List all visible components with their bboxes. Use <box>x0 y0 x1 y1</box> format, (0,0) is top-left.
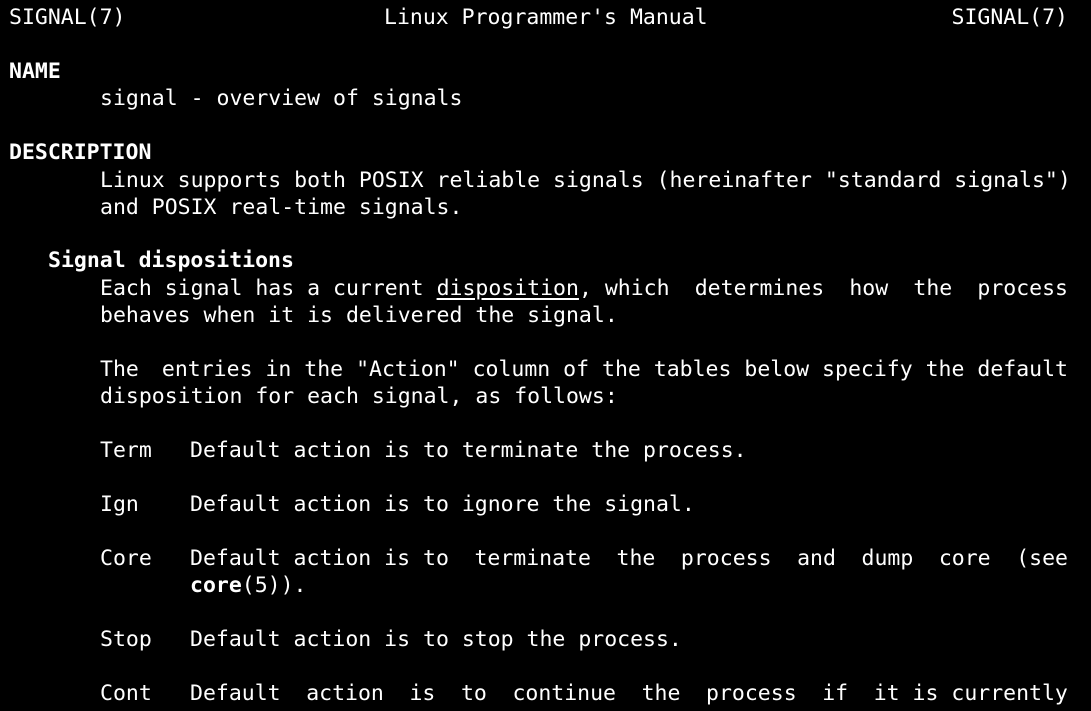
description-line-2: and POSIX real-time signals. <box>100 195 463 220</box>
text-fragment: process <box>680 546 772 571</box>
dispositions-p1-line-1: Each signal has a current disposition, w… <box>100 275 1068 302</box>
action-tag-core: Core <box>100 546 152 571</box>
text-fragment: (5)). <box>241 573 307 598</box>
text-fragment: terminate <box>474 546 591 571</box>
subsection-heading-dispositions: Signal dispositions <box>48 248 294 273</box>
action-tag-cont: Cont <box>100 681 152 706</box>
action-desc-core-line-1: Default action is to terminate the proce… <box>190 545 1068 572</box>
action-tag-stop: Stop <box>100 627 152 652</box>
action-desc-core-line-2: core(5)). <box>190 572 307 599</box>
text-fragment: process <box>706 681 797 706</box>
text-fragment: Each signal has a current disposition, w… <box>100 276 670 301</box>
man-header-title: Linux Programmer's Manual <box>384 5 708 30</box>
dispositions-p2-line-2: disposition for each signal, as follows: <box>100 384 618 409</box>
text-fragment: Default action is to <box>190 546 449 571</box>
dispositions-p1-line-2: behaves when it is delivered the signal. <box>100 303 618 328</box>
text-fragment: The <box>100 357 139 382</box>
disposition-term: disposition <box>436 276 579 301</box>
text-fragment: entries in the "Action" column of the ta… <box>161 357 1068 382</box>
text-fragment: the <box>641 681 681 706</box>
action-desc-ign: Default action is to ignore the signal. <box>190 492 695 517</box>
action-desc-term: Default action is to terminate the proce… <box>190 438 747 463</box>
text-fragment: determines <box>694 276 825 301</box>
man-header-right: SIGNAL(7) <box>951 5 1069 30</box>
text-fragment: is <box>409 681 436 706</box>
terminal-window[interactable]: SIGNAL(7) Linux Programmer's Manual SIGN… <box>0 0 1091 711</box>
text-fragment: the <box>616 546 656 571</box>
name-text: signal - overview of signals <box>100 86 463 111</box>
text-fragment: action <box>306 681 384 706</box>
text-fragment: to <box>460 681 487 706</box>
action-tag-term: Term <box>100 438 152 463</box>
core-manpage-ref[interactable]: core <box>190 573 242 598</box>
text-fragment: Default <box>190 681 281 706</box>
text-fragment: and <box>797 546 836 571</box>
action-desc-stop: Default action is to stop the process. <box>190 627 682 652</box>
action-desc-cont-line-1: Default action is to continue the proces… <box>190 680 1068 707</box>
text-fragment: process <box>977 276 1068 301</box>
text-fragment: continue <box>512 681 616 706</box>
text-fragment: how <box>849 276 889 301</box>
man-header-left: SIGNAL(7) <box>9 5 126 30</box>
text-fragment: it is currently <box>873 681 1068 706</box>
action-tag-ign: Ign <box>100 492 139 517</box>
description-line-1: Linux supports both POSIX reliable signa… <box>100 168 1071 193</box>
text-fragment: the <box>913 276 953 301</box>
section-heading-description: DESCRIPTION <box>9 140 152 165</box>
dispositions-p2-line-1: The entries in the "Action" column of th… <box>100 356 1068 383</box>
text-fragment: dump <box>861 546 914 571</box>
section-heading-name: NAME <box>9 59 61 84</box>
text-fragment: (see <box>1016 546 1068 571</box>
text-fragment: core <box>938 546 991 571</box>
text-fragment: if <box>822 681 849 706</box>
